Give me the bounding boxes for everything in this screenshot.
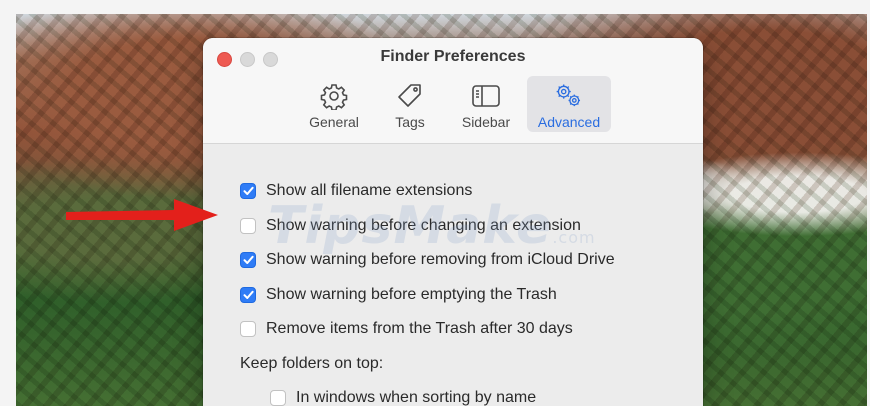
window-title: Finder Preferences (380, 48, 526, 65)
watermark-text: TipsMake (268, 196, 553, 256)
checkbox-unchecked[interactable] (240, 217, 256, 234)
tab-sidebar[interactable]: Sidebar (451, 76, 521, 132)
option-label: Remove items from the Trash after 30 day… (266, 320, 573, 338)
sidebar-icon (471, 82, 501, 110)
checkbox-checked[interactable] (240, 252, 256, 269)
option-remove-trash-30-days[interactable]: Remove items from the Trash after 30 day… (240, 312, 703, 347)
option-folders-top-windows[interactable]: In windows when sorting by name (240, 381, 703, 406)
tab-advanced[interactable]: Advanced (527, 76, 611, 132)
tab-general[interactable]: General (299, 76, 369, 132)
checkbox-unchecked[interactable] (240, 321, 256, 338)
tab-advanced-label: Advanced (537, 114, 601, 130)
tab-tags[interactable]: Tags (375, 76, 445, 132)
tag-icon (395, 82, 425, 110)
window-titlebar: Finder Preferences General Tags Sidebar … (203, 38, 703, 144)
checkbox-unchecked[interactable] (270, 390, 286, 406)
watermark: TipsMake.com (268, 196, 596, 256)
keep-folders-heading: Keep folders on top: (240, 347, 703, 382)
tab-general-label: General (309, 114, 359, 130)
section-heading: Keep folders on top: (240, 354, 384, 372)
preferences-toolbar: General Tags Sidebar Advanced (299, 76, 611, 132)
option-label: In windows when sorting by name (296, 389, 537, 406)
tab-tags-label: Tags (395, 114, 425, 130)
checkbox-checked[interactable] (240, 183, 256, 200)
tab-sidebar-label: Sidebar (461, 114, 511, 130)
gear-icon (319, 82, 349, 110)
advanced-pane: Show all filename extensions Show warnin… (203, 144, 703, 406)
red-arrow-annotation (66, 199, 218, 231)
option-warn-empty-trash[interactable]: Show warning before emptying the Trash (240, 278, 703, 313)
option-label: Show warning before emptying the Trash (266, 285, 557, 303)
gears-icon (554, 82, 584, 110)
checkbox-checked[interactable] (240, 286, 256, 303)
watermark-suffix: .com (552, 228, 596, 247)
